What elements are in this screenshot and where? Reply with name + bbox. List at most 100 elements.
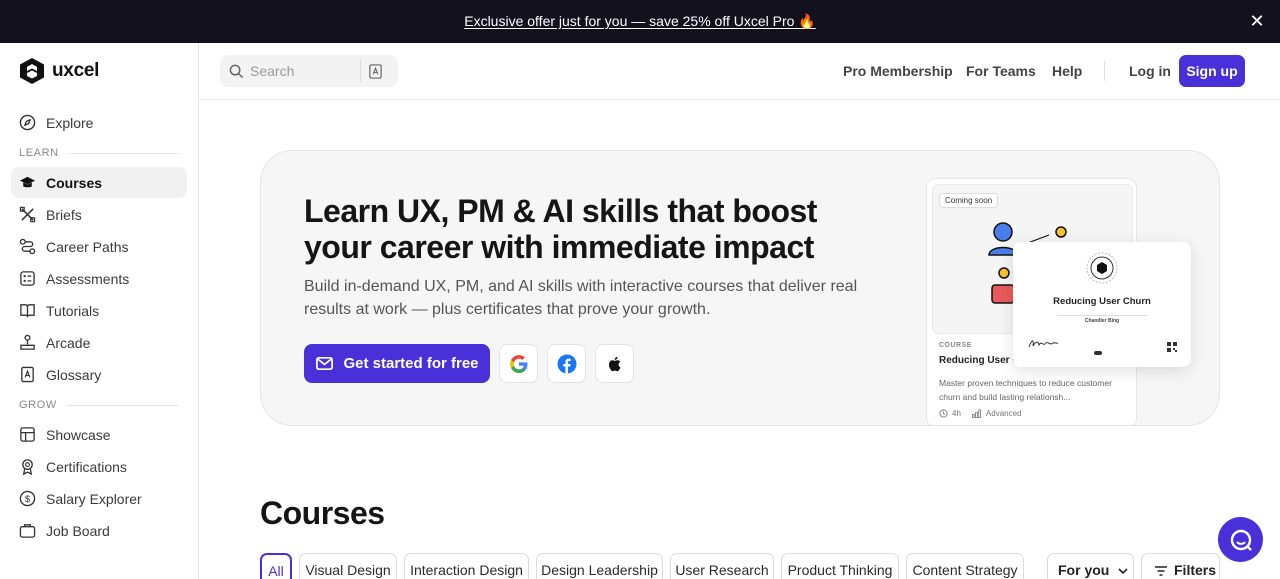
facebook-icon — [557, 354, 576, 373]
tools-icon — [19, 206, 36, 223]
sidebar-item-assessments[interactable]: Assessments — [11, 263, 187, 294]
qr-code-icon — [1167, 342, 1177, 352]
sidebar-item-label: Certifications — [46, 458, 127, 475]
apple-icon — [608, 356, 620, 371]
course-category: COURSE — [939, 342, 972, 349]
sidebar-item-certifications[interactable]: Certifications — [11, 451, 187, 482]
sidebar-item-salary-explorer[interactable]: $ Salary Explorer — [11, 483, 187, 514]
chat-support-button[interactable] — [1218, 517, 1263, 562]
compass-icon — [19, 114, 36, 131]
section-label-grow: GROW — [19, 399, 179, 411]
certificate-title: Reducing User Churn — [1053, 296, 1151, 307]
book-icon — [20, 304, 35, 318]
sidebar-item-arcade[interactable]: Arcade — [11, 327, 187, 358]
certificate-seal-icon — [1086, 252, 1118, 284]
login-link[interactable]: Log in — [1129, 63, 1171, 79]
section-label-learn: LEARN — [19, 147, 179, 159]
glossary-icon — [21, 366, 34, 383]
logo[interactable]: uxcel — [19, 57, 99, 85]
chip-interaction-design[interactable]: Interaction Design — [404, 553, 529, 579]
sidebar-item-label: Briefs — [46, 206, 82, 223]
courses-heading: Courses — [260, 495, 385, 531]
signature-icon — [1028, 340, 1059, 348]
header-divider — [1104, 61, 1105, 81]
certificate-logo-icon — [1094, 351, 1102, 355]
filters-label: Filters — [1174, 562, 1217, 578]
sidebar: uxcel Explore LEARN Courses Briefs Caree… — [0, 43, 199, 579]
search-box[interactable] — [220, 55, 398, 87]
chip-product-thinking[interactable]: Product Thinking — [781, 553, 899, 579]
briefcase-icon — [19, 524, 36, 538]
chip-all[interactable]: All — [260, 553, 292, 579]
path-icon — [19, 238, 36, 255]
filter-icon — [1155, 566, 1167, 576]
sort-dropdown[interactable]: For you — [1047, 553, 1134, 579]
sidebar-item-courses[interactable]: Courses — [11, 167, 187, 198]
hero-banner: Learn UX, PM & AI skills that boost your… — [260, 150, 1220, 426]
sidebar-item-label: Courses — [46, 174, 103, 191]
signup-button[interactable]: Sign up — [1179, 55, 1245, 87]
sort-label: For you — [1058, 562, 1110, 578]
promo-link[interactable]: Exclusive offer just for you — save 25% … — [464, 13, 816, 30]
sidebar-item-label: Assessments — [46, 270, 130, 287]
logo-text: uxcel — [52, 60, 100, 81]
get-started-button[interactable]: Get started for free — [304, 344, 490, 383]
course-meta: 4h Advanced — [939, 409, 1022, 418]
glossary-search-icon[interactable] — [368, 63, 383, 79]
facebook-signin-button[interactable] — [547, 344, 586, 383]
course-level: Advanced — [985, 409, 1022, 418]
sidebar-item-label: Career Paths — [46, 238, 129, 255]
sidebar-item-career-paths[interactable]: Career Paths — [11, 231, 187, 262]
chevron-down-icon — [1118, 568, 1128, 575]
course-description: Master proven techniques to reduce custo… — [939, 378, 1112, 402]
sidebar-item-job-board[interactable]: Job Board — [11, 515, 187, 546]
badge-icon — [22, 459, 33, 475]
showcase-icon — [20, 427, 35, 442]
hero-title: Learn UX, PM & AI skills that boost your… — [304, 193, 817, 265]
chip-design-leadership[interactable]: Design Leadership — [536, 553, 663, 579]
sidebar-item-label: Salary Explorer — [46, 490, 142, 507]
nav-help[interactable]: Help — [1052, 63, 1082, 79]
joystick-icon — [20, 334, 35, 350]
level-icon — [971, 409, 981, 418]
chip-user-research[interactable]: User Research — [670, 553, 774, 579]
course-duration: 4h — [952, 409, 961, 418]
google-icon — [509, 354, 527, 373]
sidebar-item-label: Glossary — [46, 366, 102, 383]
sidebar-item-label: Explore — [46, 114, 94, 131]
search-input[interactable] — [250, 63, 358, 79]
filters-button[interactable]: Filters — [1141, 553, 1220, 579]
assessment-icon — [20, 271, 35, 286]
chip-content-strategy[interactable]: Content Strategy — [906, 553, 1024, 579]
sidebar-item-briefs[interactable]: Briefs — [11, 199, 187, 230]
sidebar-item-label: Tutorials — [46, 302, 100, 319]
sidebar-item-explore[interactable]: Explore — [11, 107, 187, 138]
search-divider — [360, 60, 361, 82]
chip-visual-design[interactable]: Visual Design — [299, 553, 397, 579]
sidebar-item-tutorials[interactable]: Tutorials — [11, 295, 187, 326]
sidebar-item-glossary[interactable]: Glossary — [11, 359, 187, 390]
apple-signin-button[interactable] — [595, 344, 634, 383]
graduation-cap-icon — [19, 176, 36, 188]
uxcel-logo-icon — [20, 58, 44, 84]
top-header: Pro Membership For Teams Help Log in Sig… — [199, 43, 1280, 100]
coming-soon-badge: Coming soon — [939, 193, 999, 208]
google-signin-button[interactable] — [499, 344, 538, 383]
nav-pro-membership[interactable]: Pro Membership — [843, 63, 953, 79]
chat-icon — [1230, 529, 1252, 551]
certificate-recipient: Chandler Bing — [1084, 318, 1120, 324]
sidebar-item-label: Arcade — [46, 334, 91, 351]
promo-bar: Exclusive offer just for you — save 25% … — [0, 0, 1280, 43]
search-icon — [229, 64, 244, 78]
sidebar-item-label: Showcase — [46, 426, 111, 443]
hero-subtitle: Build in-demand UX, PM, and AI skills wi… — [304, 278, 858, 318]
dollar-icon: $ — [19, 490, 36, 507]
certificate-rule — [1057, 315, 1147, 316]
sidebar-item-label: Job Board — [46, 522, 110, 539]
sidebar-item-showcase[interactable]: Showcase — [11, 419, 187, 450]
svg-text:$: $ — [25, 494, 31, 505]
nav-for-teams[interactable]: For Teams — [966, 63, 1036, 79]
clock-icon — [939, 409, 948, 418]
close-icon[interactable]: ✕ — [1248, 12, 1266, 30]
course-title: Reducing User C — [939, 355, 1020, 366]
